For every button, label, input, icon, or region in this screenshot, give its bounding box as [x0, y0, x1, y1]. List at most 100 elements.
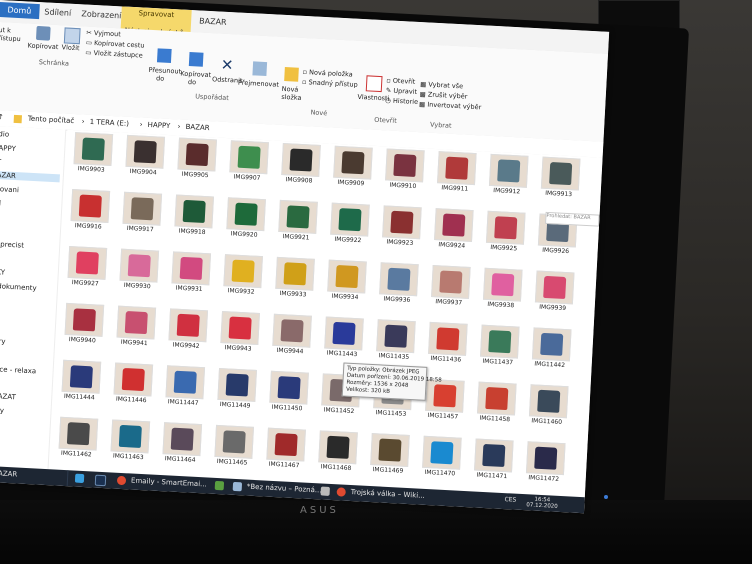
file-thumbnail[interactable] — [110, 419, 151, 454]
file-name[interactable]: IMG11460 — [522, 417, 572, 427]
file-thumbnail[interactable] — [434, 208, 474, 243]
file-thumbnail[interactable] — [474, 438, 514, 473]
file-name[interactable]: IMG11452 — [314, 406, 364, 416]
file-thumbnail[interactable] — [177, 137, 217, 172]
file-thumbnail[interactable] — [333, 145, 373, 180]
taskbar-item-email[interactable]: Emaily - SmartEmai... — [131, 477, 207, 489]
language-indicator[interactable]: CES — [504, 496, 516, 504]
file-name[interactable]: IMG11471 — [467, 471, 517, 481]
file-thumbnail[interactable] — [116, 305, 157, 340]
file-thumbnail[interactable] — [67, 245, 108, 280]
file-name[interactable]: IMG11458 — [470, 414, 520, 424]
file-name[interactable]: IMG9910 — [378, 181, 428, 191]
move-to-button-line1[interactable]: Přesunout — [148, 66, 181, 76]
file-thumbnail[interactable] — [281, 143, 321, 177]
paste-shortcut-button[interactable]: ▭ Vložit zástupce — [85, 49, 143, 60]
new-folder-button-line2[interactable]: složka — [281, 93, 302, 102]
file-thumbnail[interactable] — [327, 259, 367, 294]
file-name[interactable]: IMG9939 — [527, 303, 577, 313]
file-name[interactable]: IMG9925 — [479, 243, 529, 253]
file-name[interactable]: IMG11437 — [473, 357, 523, 367]
file-thumbnail[interactable] — [428, 321, 468, 356]
sidebar-item[interactable]: oubory — [0, 405, 4, 414]
file-name[interactable]: IMG9944 — [265, 346, 315, 356]
file-name[interactable]: IMG11447 — [158, 398, 208, 408]
file-name[interactable]: IMG9940 — [57, 335, 107, 345]
file-thumbnail[interactable] — [174, 194, 215, 229]
file-name[interactable]: IMG9908 — [274, 176, 324, 186]
file-thumbnail[interactable] — [431, 265, 471, 299]
file-thumbnail[interactable] — [330, 202, 370, 237]
file-name[interactable]: IMG11457 — [418, 411, 468, 421]
breadcrumb-this-pc[interactable]: Tento počítač — [28, 115, 75, 125]
file-name[interactable]: IMG9917 — [115, 224, 165, 234]
open-button[interactable]: ▫ Otevřít — [386, 76, 415, 86]
file-name[interactable]: IMG11463 — [103, 452, 153, 462]
file-name[interactable]: IMG11469 — [363, 466, 413, 476]
pin-label-2[interactable]: řístupu — [0, 34, 21, 43]
file-name[interactable]: IMG11462 — [51, 449, 101, 459]
file-name[interactable]: IMG11436 — [421, 355, 471, 365]
file-thumbnail[interactable] — [525, 441, 566, 476]
file-name[interactable]: IMG9943 — [213, 344, 263, 354]
file-name[interactable]: IMG11435 — [369, 352, 419, 362]
sidebar-item[interactable]: AZKY — [0, 268, 5, 277]
store-icon[interactable] — [74, 473, 85, 484]
file-thumbnail[interactable] — [214, 424, 255, 459]
file-thumbnail[interactable] — [477, 381, 517, 416]
file-name[interactable]: IMG9920 — [219, 230, 269, 240]
sidebar-item[interactable]: né hry — [0, 337, 6, 346]
file-thumbnail[interactable] — [382, 205, 422, 240]
file-name[interactable]: IMG9924 — [427, 241, 477, 251]
taskbar-item-explorer[interactable]: BAZAR — [0, 469, 17, 478]
file-thumbnail[interactable] — [226, 197, 266, 232]
file-name[interactable]: IMG9938 — [476, 300, 526, 310]
file-thumbnail[interactable] — [73, 132, 114, 167]
file-thumbnail[interactable] — [165, 365, 206, 400]
file-name[interactable]: IMG9932 — [216, 287, 266, 297]
cut-button[interactable]: ✂ Vyjmout — [86, 29, 121, 39]
file-thumbnail[interactable] — [479, 324, 520, 359]
file-name[interactable]: IMG9922 — [323, 235, 373, 245]
file-name[interactable]: IMG9918 — [167, 227, 217, 237]
file-thumbnail[interactable] — [122, 191, 163, 226]
paste-button[interactable]: Vložit — [61, 43, 79, 52]
app-icon-2[interactable] — [320, 486, 330, 496]
file-thumbnail[interactable] — [58, 416, 99, 451]
rename-button[interactable]: Přejmenovat — [238, 79, 279, 89]
file-name[interactable]: IMG11453 — [366, 409, 416, 419]
sidebar-item[interactable]: vid — [0, 199, 1, 208]
file-thumbnail[interactable] — [269, 370, 309, 405]
file-thumbnail[interactable] — [534, 270, 575, 305]
sidebar-item[interactable]: udio — [0, 130, 9, 139]
file-name[interactable]: IMG11443 — [317, 349, 367, 359]
file-thumbnail[interactable] — [70, 189, 111, 223]
select-none-button[interactable]: ▦ Zrušit výběr — [419, 90, 467, 100]
file-thumbnail[interactable] — [482, 267, 523, 302]
taskbar-item-notepad[interactable]: *Bez názvu – Pozná... — [247, 483, 322, 495]
file-thumbnail[interactable] — [168, 308, 209, 343]
file-thumbnail[interactable] — [425, 378, 465, 413]
file-thumbnail[interactable] — [278, 199, 318, 234]
file-thumbnail[interactable] — [119, 248, 160, 283]
file-thumbnail[interactable] — [528, 384, 569, 419]
tab-view[interactable]: Zobrazení — [81, 9, 121, 20]
breadcrumb-happy[interactable]: HAPPY — [147, 121, 170, 130]
easy-access-button[interactable]: ▫ Snadný přístup — [302, 78, 358, 89]
file-thumbnail[interactable] — [272, 313, 312, 348]
file-name[interactable]: IMG11467 — [259, 460, 309, 470]
file-thumbnail[interactable] — [422, 435, 462, 470]
file-name[interactable]: IMG11444 — [54, 392, 104, 402]
sidebar-item[interactable]: HAPPY — [0, 144, 16, 153]
file-name[interactable]: IMG9911 — [430, 184, 480, 194]
file-name[interactable]: IMG9916 — [63, 222, 113, 232]
file-name[interactable]: IMG11465 — [207, 457, 257, 467]
file-thumbnail[interactable] — [266, 427, 306, 462]
file-thumbnail[interactable] — [229, 140, 269, 175]
file-thumbnail[interactable] — [385, 148, 425, 183]
invert-selection-button[interactable]: ▦ Invertovat výběr — [419, 100, 482, 111]
file-name[interactable]: IMG9936 — [372, 295, 422, 305]
file-name[interactable]: IMG9905 — [170, 170, 220, 180]
file-name[interactable]: IMG9941 — [109, 338, 159, 348]
sidebar-item[interactable]: RT — [0, 157, 1, 165]
